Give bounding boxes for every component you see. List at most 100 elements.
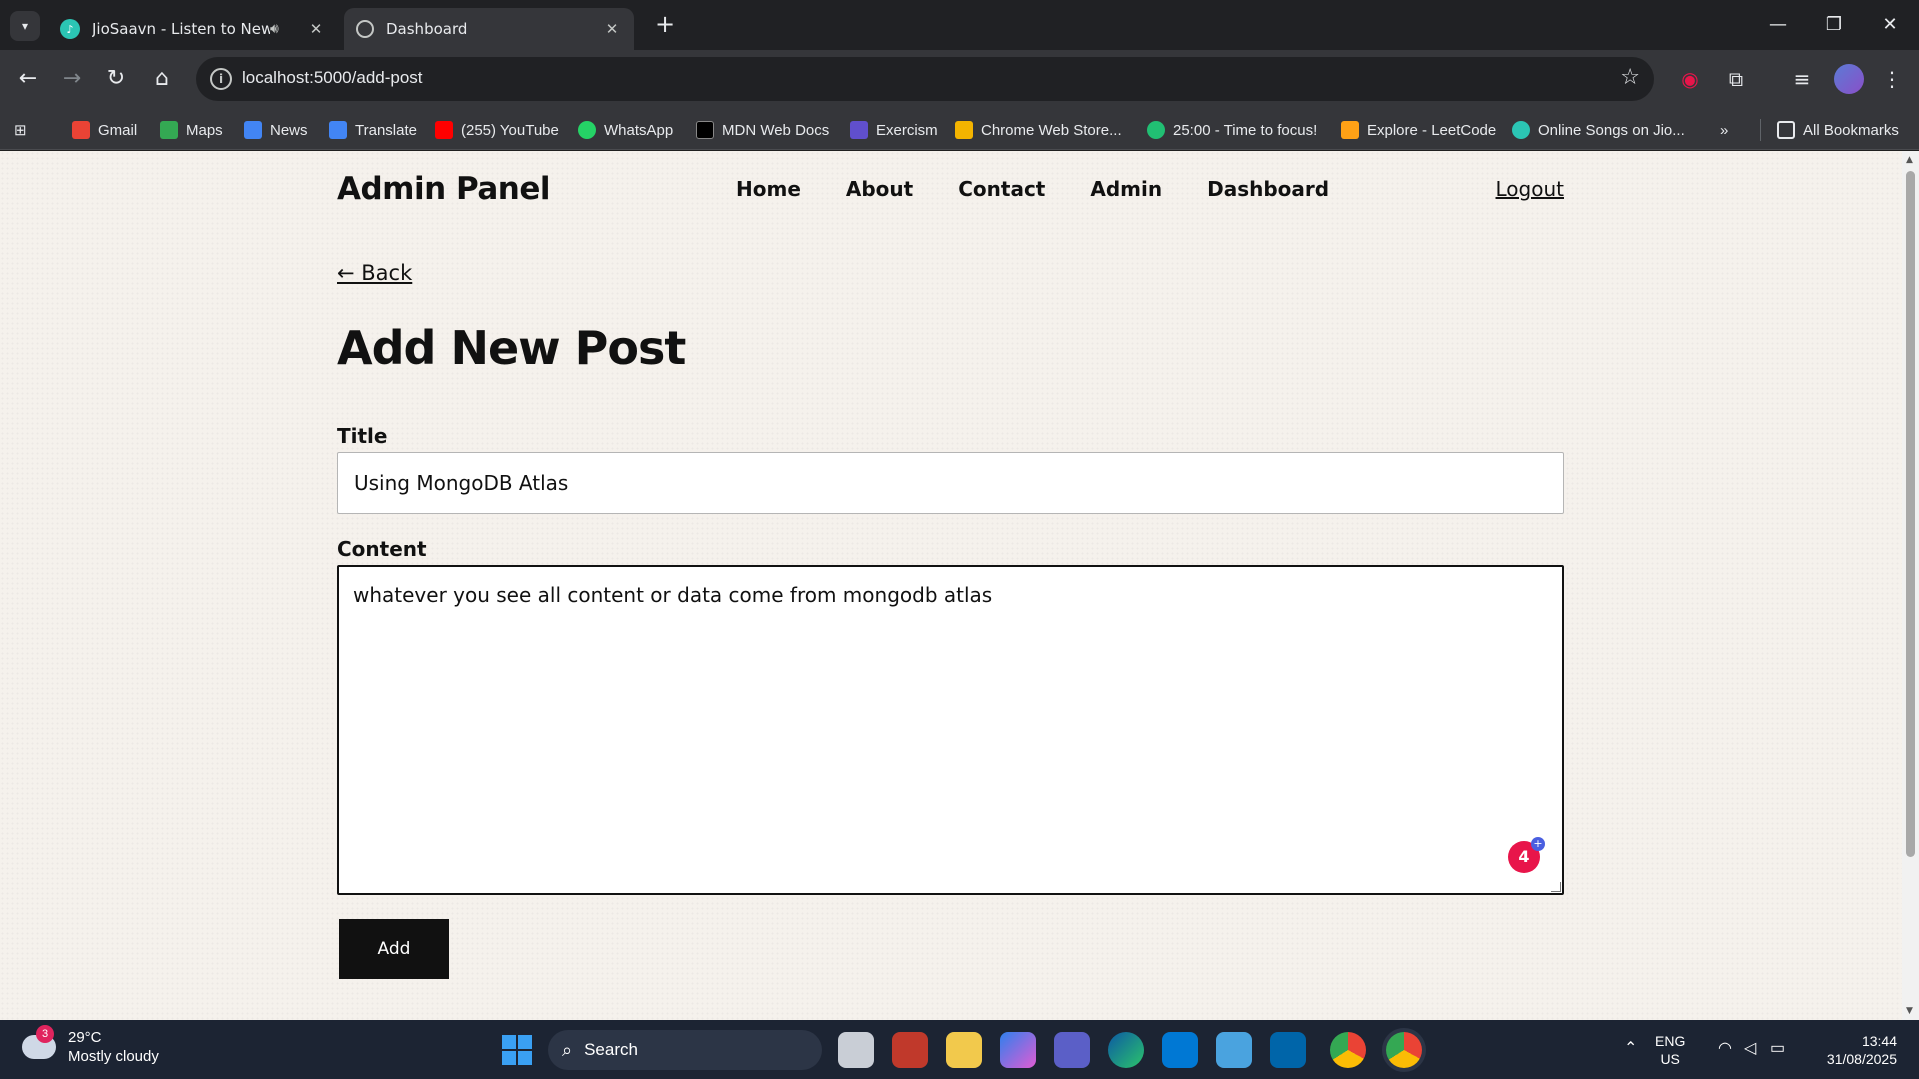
microsoft-store-icon[interactable]	[1162, 1032, 1198, 1068]
extensions-icon[interactable]: ⧉	[1720, 63, 1752, 95]
logout-link[interactable]: Logout	[1496, 177, 1564, 201]
bookmark-label: Maps	[186, 121, 223, 139]
winrar-icon[interactable]	[892, 1032, 928, 1068]
page-viewport: Admin Panel Home About Contact Admin Das…	[0, 151, 1902, 1020]
weather-temp: 29°C	[68, 1029, 102, 1046]
close-icon[interactable]: ✕	[602, 20, 622, 38]
home-icon[interactable]: ⌂	[146, 63, 178, 95]
nav-about[interactable]: About	[846, 177, 913, 201]
tab-jiosaavn[interactable]: ♪ JioSaavn - Listen to New & 🔊︎ ✕	[48, 8, 338, 50]
bookmark-maps[interactable]: Maps	[160, 119, 223, 141]
lang-line2: US	[1660, 1051, 1680, 1067]
translate-icon	[329, 121, 347, 139]
bookmark-label: Explore - LeetCode	[1367, 121, 1497, 139]
maps-icon	[160, 121, 178, 139]
bookmark-focus-timer[interactable]: 25:00 - Time to focus!	[1147, 119, 1317, 141]
main-nav: Home About Contact Admin Dashboard	[736, 177, 1374, 201]
teams-icon[interactable]	[1054, 1032, 1090, 1068]
exercism-icon	[850, 121, 868, 139]
copilot-icon[interactable]	[1000, 1032, 1036, 1068]
nav-dashboard[interactable]: Dashboard	[1207, 177, 1329, 201]
scroll-up-icon[interactable]: ▲	[1906, 155, 1913, 165]
record-extension-icon[interactable]: ◉	[1674, 63, 1706, 95]
bookmark-chrome-web-store[interactable]: Chrome Web Store...	[955, 119, 1122, 141]
media-control-icon[interactable]: ≡	[1786, 63, 1818, 95]
forward-arrow-icon[interactable]: →	[56, 63, 88, 95]
bookmark-leetcode[interactable]: Explore - LeetCode	[1341, 119, 1496, 141]
bookmark-label: MDN Web Docs	[722, 121, 830, 139]
site-info-icon[interactable]: i	[210, 68, 232, 90]
vscode-icon[interactable]	[1270, 1032, 1306, 1068]
bookmark-news[interactable]: News	[244, 119, 308, 141]
jiosaavn-icon	[1512, 121, 1530, 139]
title-input[interactable]	[337, 452, 1564, 514]
bookmark-gmail[interactable]: Gmail	[72, 119, 137, 141]
apps-grid-icon[interactable]: ⊞	[14, 119, 27, 141]
bookmark-exercism[interactable]: Exercism	[850, 119, 938, 141]
more-bookmarks-icon[interactable]: »	[1720, 119, 1728, 141]
address-bar[interactable]: i localhost:5000/add-post ☆	[196, 57, 1654, 101]
cloud-icon: 3	[22, 1025, 56, 1059]
scroll-down-icon[interactable]: ▼	[1906, 1006, 1913, 1016]
folder-icon	[1777, 121, 1795, 139]
reload-icon[interactable]: ↻	[100, 63, 132, 95]
bookmark-youtube[interactable]: (255) YouTube	[435, 119, 559, 141]
chrome-web-store-icon	[955, 121, 973, 139]
chevron-up-icon[interactable]: ⌃	[1624, 1038, 1637, 1079]
language-indicator[interactable]: ENG US	[1655, 1032, 1685, 1079]
tab-strip: ▾ ♪ JioSaavn - Listen to New & 🔊︎ ✕ Dash…	[0, 0, 1919, 50]
mdn-icon	[696, 121, 714, 139]
bookmark-translate[interactable]: Translate	[329, 119, 417, 141]
back-arrow-icon[interactable]: ←	[12, 63, 44, 95]
battery-icon[interactable]: ▭	[1770, 1038, 1785, 1079]
title-label: Title	[337, 424, 388, 448]
windows-taskbar: 3 29°C Mostly cloudy ⌕ Search ⌃ ENG US ◠…	[0, 1020, 1919, 1079]
browser-toolbar: ← → ↻ ⌂ i localhost:5000/add-post ☆ ◉ ⧉ …	[0, 50, 1919, 108]
bookmark-whatsapp[interactable]: WhatsApp	[578, 119, 673, 141]
resize-handle[interactable]	[1551, 882, 1561, 892]
taskbar-search[interactable]: ⌕ Search	[548, 1030, 822, 1070]
photos-icon[interactable]	[1216, 1032, 1252, 1068]
back-link[interactable]: ← Back	[337, 261, 412, 285]
restore-button[interactable]: ❐	[1806, 0, 1862, 50]
clock[interactable]: 13:44 31/08/2025	[1812, 1032, 1897, 1079]
bookmark-jiosaavn[interactable]: Online Songs on Jio...	[1512, 119, 1685, 141]
page-title: Add New Post	[337, 321, 686, 375]
bookmark-mdn[interactable]: MDN Web Docs	[696, 119, 829, 141]
bookmark-label: Gmail	[98, 121, 138, 139]
speaker-icon[interactable]: 🔊︎	[270, 21, 288, 37]
nav-admin[interactable]: Admin	[1090, 177, 1162, 201]
site-logo[interactable]: Admin Panel	[337, 171, 551, 207]
content-label: Content	[337, 537, 427, 561]
profile-avatar[interactable]	[1834, 64, 1864, 94]
all-bookmarks[interactable]: All Bookmarks	[1760, 119, 1899, 141]
bookmark-label: WhatsApp	[604, 121, 674, 139]
wifi-icon[interactable]: ◠	[1718, 1038, 1732, 1079]
weather-widget[interactable]: 3 29°C Mostly cloudy	[22, 1025, 159, 1066]
task-view-icon[interactable]	[838, 1032, 874, 1068]
url-text[interactable]: localhost:5000/add-post	[242, 68, 423, 88]
tab-dashboard[interactable]: Dashboard ✕	[344, 8, 634, 50]
close-window-button[interactable]: ✕	[1862, 0, 1918, 50]
add-button[interactable]: Add	[339, 919, 449, 979]
menu-icon[interactable]: ⋮	[1876, 63, 1908, 95]
chrome-active-icon[interactable]	[1386, 1032, 1422, 1068]
bookmark-star-icon[interactable]: ☆	[1620, 65, 1640, 90]
windows-start-icon[interactable]	[502, 1035, 532, 1065]
chrome-icon[interactable]	[1330, 1032, 1366, 1068]
file-explorer-icon[interactable]	[946, 1032, 982, 1068]
page-scrollbar[interactable]: ▲ ▼	[1902, 151, 1919, 1020]
minimize-button[interactable]: —	[1750, 0, 1806, 50]
close-icon[interactable]: ✕	[306, 20, 326, 38]
scroll-thumb[interactable]	[1906, 171, 1915, 857]
nav-home[interactable]: Home	[736, 177, 801, 201]
tab-search-button[interactable]: ▾	[10, 11, 40, 41]
edge-icon[interactable]	[1108, 1032, 1144, 1068]
tab-title: Dashboard	[386, 20, 468, 38]
nav-contact[interactable]: Contact	[958, 177, 1045, 201]
volume-icon[interactable]: ◁	[1744, 1038, 1756, 1079]
content-textarea[interactable]: whatever you see all content or data com…	[337, 565, 1564, 895]
new-tab-button[interactable]: +	[650, 10, 680, 40]
all-bookmarks-label: All Bookmarks	[1803, 121, 1899, 139]
search-icon: ⌕	[562, 1039, 573, 1060]
